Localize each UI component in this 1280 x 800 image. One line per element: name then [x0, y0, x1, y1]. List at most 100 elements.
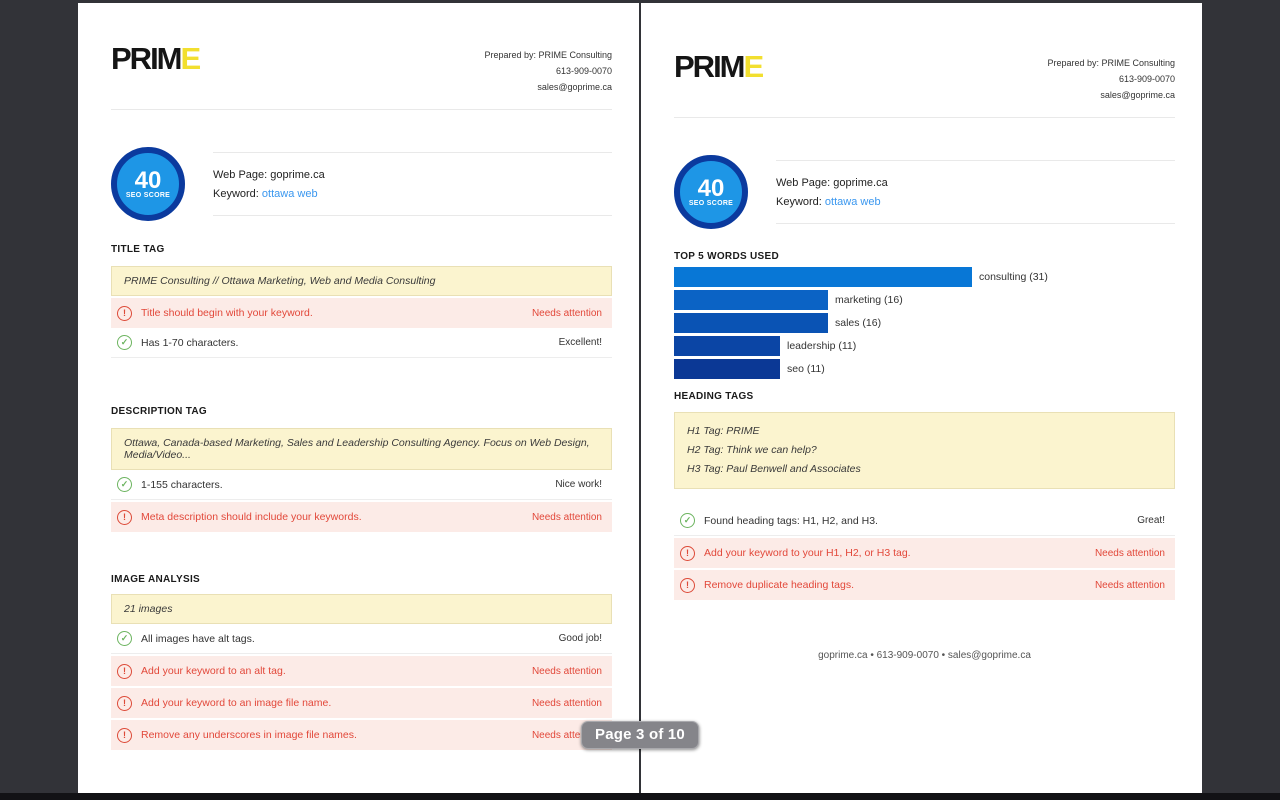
row-status: Needs attention — [532, 666, 602, 677]
row-text: Meta description should include your key… — [141, 511, 532, 523]
alert-icon: ! — [117, 728, 132, 743]
header-divider — [674, 117, 1175, 118]
alert-row: ! Add your keyword to an image file name… — [111, 688, 612, 718]
h1-tag-line: H1 Tag: PRIME — [687, 422, 1162, 441]
check-icon: ✓ — [117, 631, 132, 646]
row-text: Found heading tags: H1, H2, and H3. — [704, 515, 1137, 527]
bar-row: marketing (16) — [674, 290, 1175, 310]
row-text: Title should begin with your keyword. — [141, 307, 532, 319]
alert-row: ! Add your keyword to your H1, H2, or H3… — [674, 538, 1175, 568]
row-status: Great! — [1137, 515, 1165, 526]
prepared-by-block: Prepared by: PRIME Consulting 613-909-00… — [1047, 51, 1175, 103]
bar-label: marketing (16) — [835, 294, 903, 306]
row-text: Has 1-70 characters. — [141, 337, 559, 349]
header-divider — [111, 109, 612, 110]
seo-score-section: 40 SEO SCORE Web Page: goprime.ca Keywor… — [111, 146, 612, 222]
keyword-label: Keyword: — [776, 196, 822, 208]
description-tag-box: Ottawa, Canada-based Marketing, Sales an… — [111, 428, 612, 470]
score-info: Web Page: goprime.ca Keyword: ottawa web — [776, 160, 1175, 224]
bar-label: consulting (31) — [979, 271, 1048, 283]
prepared-by-line: Prepared by: PRIME Consulting — [484, 47, 612, 63]
row-status: Good job! — [559, 633, 602, 644]
row-status: Needs attention — [1095, 548, 1165, 559]
row-text: Remove duplicate heading tags. — [704, 579, 1095, 591]
alert-icon: ! — [117, 510, 132, 525]
web-page-line: Web Page: goprime.ca — [776, 177, 1175, 189]
word-bar — [674, 313, 828, 333]
seo-score-badge: 40 SEO SCORE — [111, 147, 185, 221]
check-row: ✓ 1-155 characters. Nice work! — [111, 470, 612, 500]
bar-row: consulting (31) — [674, 267, 1175, 287]
row-status: Nice work! — [555, 479, 602, 490]
keyword-line: Keyword: ottawa web — [776, 196, 1175, 208]
score-label: SEO SCORE — [689, 200, 733, 207]
check-icon: ✓ — [117, 477, 132, 492]
row-status: Needs attention — [532, 698, 602, 709]
alert-row: ! Add your keyword to an alt tag. Needs … — [111, 656, 612, 686]
word-bar — [674, 290, 828, 310]
section-heading-image-analysis: IMAGE ANALYSIS — [111, 574, 612, 585]
h2-tag-line: H2 Tag: Think we can help? — [687, 441, 1162, 460]
section-heading-description-tag: DESCRIPTION TAG — [111, 406, 612, 417]
page-footer: goprime.ca • 613-909-0070 • sales@goprim… — [674, 650, 1175, 661]
logo-text-black: PRIM — [674, 49, 744, 84]
bar-row: leadership (11) — [674, 336, 1175, 356]
alert-icon: ! — [117, 306, 132, 321]
row-status: Needs attention — [532, 308, 602, 319]
score-label: SEO SCORE — [126, 192, 170, 199]
bar-label: sales (16) — [835, 317, 881, 329]
logo-text-yellow: E — [181, 41, 200, 76]
logo-text-yellow: E — [744, 49, 763, 84]
section-heading-top-words: TOP 5 WORDS USED — [674, 251, 1175, 262]
word-bar — [674, 267, 972, 287]
check-row: ✓ All images have alt tags. Good job! — [111, 624, 612, 654]
check-icon: ✓ — [680, 513, 695, 528]
page-header: PRIME Prepared by: PRIME Consulting 613-… — [674, 51, 1175, 117]
check-row: ✓ Found heading tags: H1, H2, and H3. Gr… — [674, 506, 1175, 536]
keyword-link[interactable]: ottawa web — [825, 196, 881, 208]
web-page-line: Web Page: goprime.ca — [213, 169, 612, 181]
report-page-right: PRIME Prepared by: PRIME Consulting 613-… — [641, 3, 1202, 793]
keyword-label: Keyword: — [213, 188, 259, 200]
prepared-by-line: Prepared by: PRIME Consulting — [1047, 55, 1175, 71]
h3-tag-line: H3 Tag: Paul Benwell and Associates — [687, 460, 1162, 479]
bar-label: leadership (11) — [787, 340, 856, 352]
bar-row: sales (16) — [674, 313, 1175, 333]
prepared-phone: 613-909-0070 — [1047, 71, 1175, 87]
image-analysis-box: 21 images — [111, 594, 612, 624]
report-page-left: PRIME Prepared by: PRIME Consulting 613-… — [78, 3, 639, 793]
prepared-email: sales@goprime.ca — [1047, 87, 1175, 103]
prepared-email: sales@goprime.ca — [484, 79, 612, 95]
prepared-phone: 613-909-0070 — [484, 63, 612, 79]
words-bar-chart: consulting (31) marketing (16) sales (16… — [674, 267, 1175, 379]
bar-row: seo (11) — [674, 359, 1175, 379]
score-info: Web Page: goprime.ca Keyword: ottawa web — [213, 152, 612, 216]
prepared-by-block: Prepared by: PRIME Consulting 613-909-00… — [484, 43, 612, 95]
check-row: ✓ Has 1-70 characters. Excellent! — [111, 328, 612, 358]
alert-row: ! Title should begin with your keyword. … — [111, 298, 612, 328]
seo-score-badge: 40 SEO SCORE — [674, 155, 748, 229]
title-tag-box: PRIME Consulting // Ottawa Marketing, We… — [111, 266, 612, 296]
alert-row: ! Remove duplicate heading tags. Needs a… — [674, 570, 1175, 600]
keyword-link[interactable]: ottawa web — [262, 188, 318, 200]
prime-logo: PRIME — [674, 51, 762, 83]
alert-row: ! Meta description should include your k… — [111, 502, 612, 532]
section-heading-title-tag: TITLE TAG — [111, 244, 612, 255]
row-status: Excellent! — [559, 337, 602, 348]
score-value: 40 — [135, 170, 162, 192]
page-indicator-badge: Page 3 of 10 — [581, 721, 699, 749]
bar-label: seo (11) — [787, 363, 825, 375]
row-status: Needs attention — [1095, 580, 1165, 591]
prime-logo: PRIME — [111, 43, 199, 75]
keyword-line: Keyword: ottawa web — [213, 188, 612, 200]
word-bar — [674, 359, 780, 379]
row-text: Add your keyword to an image file name. — [141, 697, 532, 709]
alert-row: ! Remove any underscores in image file n… — [111, 720, 612, 750]
row-status: Needs attention — [532, 512, 602, 523]
score-value: 40 — [698, 178, 725, 200]
row-text: Add your keyword to your H1, H2, or H3 t… — [704, 547, 1095, 559]
alert-icon: ! — [680, 578, 695, 593]
check-icon: ✓ — [117, 335, 132, 350]
seo-score-section: 40 SEO SCORE Web Page: goprime.ca Keywor… — [674, 154, 1175, 230]
section-heading-heading-tags: HEADING TAGS — [674, 391, 1175, 402]
